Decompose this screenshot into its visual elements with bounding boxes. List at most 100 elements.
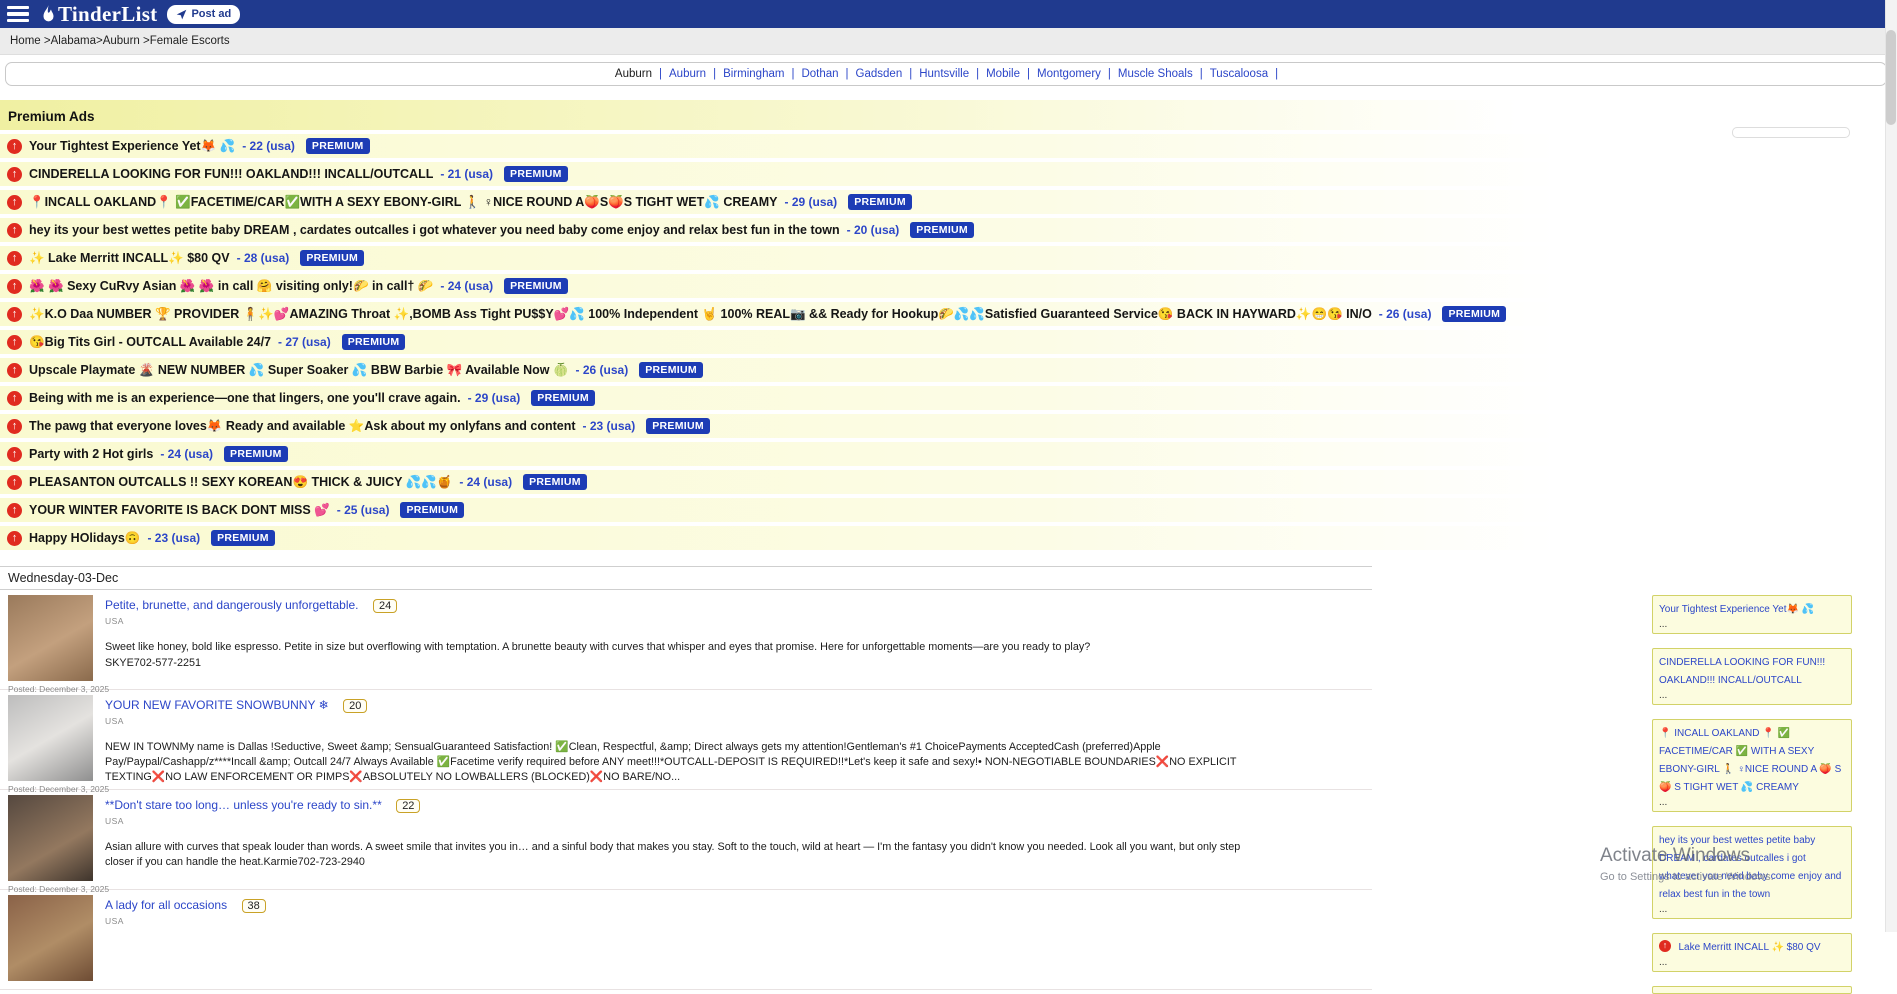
premium-ad-row[interactable]: ✨K.O Daa NUMBER 🏆 PROVIDER 🧍✨💕AMAZING Th… [0,302,1897,326]
premium-ad-row[interactable]: Party with 2 Hot girls - 24 (usa) PREMIU… [0,442,1897,466]
city-link-mobile[interactable]: Mobile [982,68,1024,80]
arrow-up-icon [7,139,22,154]
premium-ad-title[interactable]: PLEASANTON OUTCALLS !! SEXY KOREAN😍 THIC… [29,475,452,490]
listing-photo[interactable] [8,795,93,881]
listing-item: **Don't stare too long… unless you're re… [0,790,1372,890]
age-badge: 24 [373,599,397,613]
premium-badge: PREMIUM [400,502,464,518]
premium-ad-row[interactable]: Being with me is an experience—one that … [0,386,1897,410]
vertical-scrollbar[interactable] [1885,0,1897,932]
city-link-montgomery[interactable]: Montgomery [1033,68,1105,80]
premium-badge: PREMIUM [504,278,568,294]
city-link-auburn[interactable]: Auburn [611,68,656,80]
premium-ad-title[interactable]: CINDERELLA LOOKING FOR FUN!!! OAKLAND!!!… [29,167,433,181]
premium-badge: PREMIUM [531,390,595,406]
premium-ad-age: - 22 (usa) [242,139,295,153]
arrow-up-icon [7,279,22,294]
premium-ad-title[interactable]: 📍INCALL OAKLAND📍 ✅FACETIME/CAR✅WITH A SE… [29,195,778,210]
sidebar-ad[interactable] [1652,986,1852,994]
arrow-up-icon [7,475,22,490]
listing-item: Petite, brunette, and dangerously unforg… [0,590,1372,690]
scrollbar-thumb[interactable] [1886,30,1896,125]
premium-ad-title[interactable]: 😘Big Tits Girl - OUTCALL Available 24/7 [29,335,271,350]
sidebar-ad-more: ... [1659,619,1845,630]
listing-photo[interactable] [8,595,93,681]
breadcrumb-link[interactable]: Female Escorts [150,35,230,47]
premium-badge: PREMIUM [910,222,974,238]
premium-ad-title[interactable]: hey its your best wettes petite baby DRE… [29,223,840,237]
premium-ad-row[interactable]: ✨ Lake Merritt INCALL✨ $80 QV - 28 (usa)… [0,246,1897,270]
listing-title-link[interactable]: A lady for all occasions [105,898,227,912]
sidebar-ad[interactable]: CINDERELLA LOOKING FOR FUN!!! OAKLAND!!!… [1652,648,1852,705]
premium-ad-title[interactable]: Happy HOlidays🙃 [29,531,140,546]
city-link-huntsville[interactable]: Huntsville [915,68,973,80]
city-link-tuscaloosa[interactable]: Tuscaloosa [1206,68,1272,80]
premium-ad-age: - 21 (usa) [440,167,493,181]
menu-icon[interactable] [7,6,29,22]
arrow-up-icon [7,503,22,518]
city-link-gadsden[interactable]: Gadsden [852,68,907,80]
premium-ad-title[interactable]: ✨ Lake Merritt INCALL✨ $80 QV [29,251,230,266]
horizontal-scrollbar[interactable] [1732,127,1850,138]
arrow-up-icon [7,363,22,378]
sidebar-ad-more: ... [1659,957,1845,968]
listing-description: NEW IN TOWNMy name is Dallas !Seductive,… [105,740,1255,785]
breadcrumb-link[interactable]: Auburn [103,35,140,47]
premium-ad-row[interactable]: Happy HOlidays🙃 - 23 (usa) PREMIUM [0,526,1897,550]
listing-description: Asian allure with curves that speak loud… [105,840,1255,870]
sidebar-ad[interactable]: 📍 INCALL OAKLAND 📍 ✅ FACETIME/CAR ✅ WITH… [1652,719,1852,812]
premium-ad-title[interactable]: Upscale Playmate 🌋 NEW NUMBER 💦 Super So… [29,363,569,378]
city-link-muscle-shoals[interactable]: Muscle Shoals [1114,68,1197,80]
sidebar-ad-link[interactable]: CINDERELLA LOOKING FOR FUN!!! OAKLAND!!!… [1659,657,1825,686]
premium-ads-section: Premium Ads Your Tightest Experience Yet… [0,100,1897,554]
date-header: Wednesday-03-Dec [0,567,1372,590]
premium-ad-title[interactable]: YOUR WINTER FAVORITE IS BACK DONT MISS 💕 [29,503,330,518]
premium-ad-row[interactable]: Upscale Playmate 🌋 NEW NUMBER 💦 Super So… [0,358,1897,382]
sidebar-ad[interactable]: Your Tightest Experience Yet🦊 💦 ... [1652,595,1852,634]
premium-ad-row[interactable]: hey its your best wettes petite baby DRE… [0,218,1897,242]
premium-ad-row[interactable]: PLEASANTON OUTCALLS !! SEXY KOREAN😍 THIC… [0,470,1897,494]
post-ad-button[interactable]: Post ad [167,5,240,24]
premium-ad-row[interactable]: Your Tightest Experience Yet🦊 💦 - 22 (us… [0,134,1897,158]
city-link-dothan[interactable]: Dothan [797,68,842,80]
listing-title-link[interactable]: **Don't stare too long… unless you're re… [105,798,382,812]
premium-ad-title[interactable]: ✨K.O Daa NUMBER 🏆 PROVIDER 🧍✨💕AMAZING Th… [29,307,1372,322]
arrow-up-icon [7,167,22,182]
premium-ad-row[interactable]: CINDERELLA LOOKING FOR FUN!!! OAKLAND!!!… [0,162,1897,186]
sidebar-ad-link[interactable]: Your Tightest Experience Yet🦊 💦 [1659,604,1814,615]
city-link-birmingham[interactable]: Birmingham [719,68,788,80]
premium-ad-title[interactable]: Being with me is an experience—one that … [29,391,461,405]
sidebar-ad-link[interactable]: hey its your best wettes petite baby DRE… [1659,835,1841,900]
premium-ad-age: - 27 (usa) [278,335,331,349]
premium-ad-age: - 23 (usa) [147,531,200,545]
listing-title-link[interactable]: YOUR NEW FAVORITE SNOWBUNNY ❄ [105,698,329,712]
premium-ad-row[interactable]: 🌺 🌺 Sexy CuRvy Asian 🌺 🌺 in call 🤗 visit… [0,274,1897,298]
sidebar-ad-link[interactable]: 📍 INCALL OAKLAND 📍 ✅ FACETIME/CAR ✅ WITH… [1659,728,1841,793]
premium-ad-row[interactable]: The pawg that everyone loves🦊 Ready and … [0,414,1897,438]
city-link-auburn[interactable]: Auburn [665,68,710,80]
premium-ad-title[interactable]: 🌺 🌺 Sexy CuRvy Asian 🌺 🌺 in call 🤗 visit… [29,279,433,294]
premium-badge: PREMIUM [639,362,703,378]
sidebar-ad-more: ... [1659,797,1845,808]
listing-location: USA [105,716,1364,726]
premium-ad-row[interactable]: 😘Big Tits Girl - OUTCALL Available 24/7 … [0,330,1897,354]
breadcrumb-link[interactable]: Home [10,35,41,47]
sidebar-ad[interactable]: Lake Merritt INCALL ✨ $80 QV ... [1652,933,1852,972]
site-logo[interactable]: TinderList [41,2,157,27]
listing-title-link[interactable]: Petite, brunette, and dangerously unforg… [105,598,359,612]
arrow-up-icon [7,251,22,266]
sidebar-ad[interactable]: hey its your best wettes petite baby DRE… [1652,826,1852,919]
premium-ad-row[interactable]: YOUR WINTER FAVORITE IS BACK DONT MISS 💕… [0,498,1897,522]
premium-ad-age: - 26 (usa) [576,363,629,377]
listing-photo[interactable] [8,895,93,981]
breadcrumb-link[interactable]: Alabama [51,35,96,47]
listing-photo[interactable] [8,695,93,781]
premium-ad-row[interactable]: 📍INCALL OAKLAND📍 ✅FACETIME/CAR✅WITH A SE… [0,190,1897,214]
premium-ad-title[interactable]: Party with 2 Hot girls [29,447,153,461]
sidebar-ad-link[interactable]: Lake Merritt INCALL ✨ $80 QV [1678,942,1820,953]
breadcrumb: Home >Alabama>Auburn >Female Escorts [0,28,1897,55]
premium-ad-title[interactable]: Your Tightest Experience Yet🦊 💦 [29,139,235,154]
premium-ad-age: - 29 (usa) [785,195,838,209]
arrow-up-icon [7,531,22,546]
premium-ad-title[interactable]: The pawg that everyone loves🦊 Ready and … [29,419,576,434]
